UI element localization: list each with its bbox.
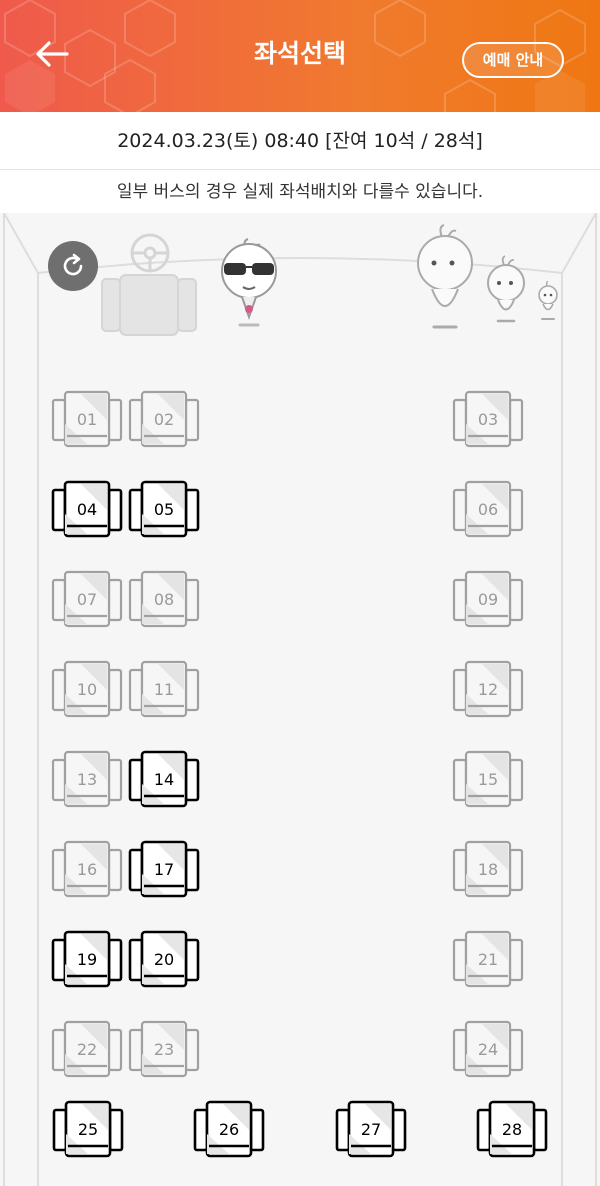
seat-number: 01 [76,410,98,429]
seat-07-taken[interactable]: 07 [51,570,123,630]
seat-number: 13 [76,770,98,789]
seat-26-free[interactable]: 26 [193,1100,265,1160]
passenger-mascot-small-icon [538,281,558,320]
seat-layout-notice: 일부 버스의 경우 실제 좌석배치와 다를수 있습니다. [0,171,600,213]
passenger-mascot-large-icon [417,224,473,329]
seat-number: 07 [76,590,98,609]
seat-22-taken[interactable]: 22 [51,1020,123,1080]
seat-17-free[interactable]: 17 [128,840,200,900]
bus-seat-map: 01 02 03 04 05 06 07 08 09 10 11 12 13 14 15 16 17 18 19 20… [0,213,600,1186]
seat-19-free[interactable]: 19 [51,930,123,990]
seat-number: 22 [76,1040,98,1059]
seat-number: 09 [477,590,499,609]
seat-number: 12 [477,680,499,699]
seat-number: 08 [153,590,175,609]
seat-number: 17 [153,860,175,879]
seat-25-free[interactable]: 25 [52,1100,124,1160]
seat-number: 14 [153,770,175,789]
seat-number: 24 [477,1040,499,1059]
seat-06-taken[interactable]: 06 [452,480,524,540]
seat-21-taken[interactable]: 21 [452,930,524,990]
refresh-icon [63,253,83,276]
seat-number: 06 [477,500,499,519]
seat-number: 26 [218,1120,240,1139]
seat-04-free[interactable]: 04 [51,480,123,540]
seat-number: 16 [76,860,98,879]
seat-12-taken[interactable]: 12 [452,660,524,720]
seat-number: 28 [501,1120,523,1139]
seat-number: 15 [477,770,499,789]
seat-number: 02 [153,410,175,429]
seat-23-taken[interactable]: 23 [128,1020,200,1080]
app-header: 좌석선택 예매 안내 [0,0,600,112]
seat-11-taken[interactable]: 11 [128,660,200,720]
driver-seat-icon [101,233,197,336]
seat-15-taken[interactable]: 15 [452,750,524,810]
seat-02-taken[interactable]: 02 [128,390,200,450]
seat-03-taken[interactable]: 03 [452,390,524,450]
seat-09-taken[interactable]: 09 [452,570,524,630]
driver-mascot-icon [221,238,277,327]
seat-16-taken[interactable]: 16 [51,840,123,900]
seat-10-taken[interactable]: 10 [51,660,123,720]
seat-number: 25 [77,1120,99,1139]
seat-number: 23 [153,1040,175,1059]
seat-number: 11 [153,680,175,699]
seat-20-free[interactable]: 20 [128,930,200,990]
passenger-mascot-medium-icon [487,255,525,323]
departure-info: 2024.03.23(토) 08:40 [잔여 10석 / 28석] [0,112,600,170]
seat-number: 18 [477,860,499,879]
seat-number: 21 [477,950,499,969]
seat-18-taken[interactable]: 18 [452,840,524,900]
seat-number: 05 [153,500,175,519]
refresh-button[interactable] [48,241,98,291]
arrow-left-icon [36,41,69,67]
seat-number: 19 [76,950,98,969]
booking-guide-button[interactable]: 예매 안내 [462,42,564,78]
seat-27-free[interactable]: 27 [335,1100,407,1160]
seat-number: 20 [153,950,175,969]
back-button[interactable] [28,30,76,78]
seat-13-taken[interactable]: 13 [51,750,123,810]
seat-24-taken[interactable]: 24 [452,1020,524,1080]
seat-05-free[interactable]: 05 [128,480,200,540]
seat-number: 03 [477,410,499,429]
seat-number: 27 [360,1120,382,1139]
seat-08-taken[interactable]: 08 [128,570,200,630]
seat-28-free[interactable]: 28 [476,1100,548,1160]
seat-14-free[interactable]: 14 [128,750,200,810]
seat-number: 10 [76,680,98,699]
seat-number: 04 [76,500,98,519]
seat-01-taken[interactable]: 01 [51,390,123,450]
